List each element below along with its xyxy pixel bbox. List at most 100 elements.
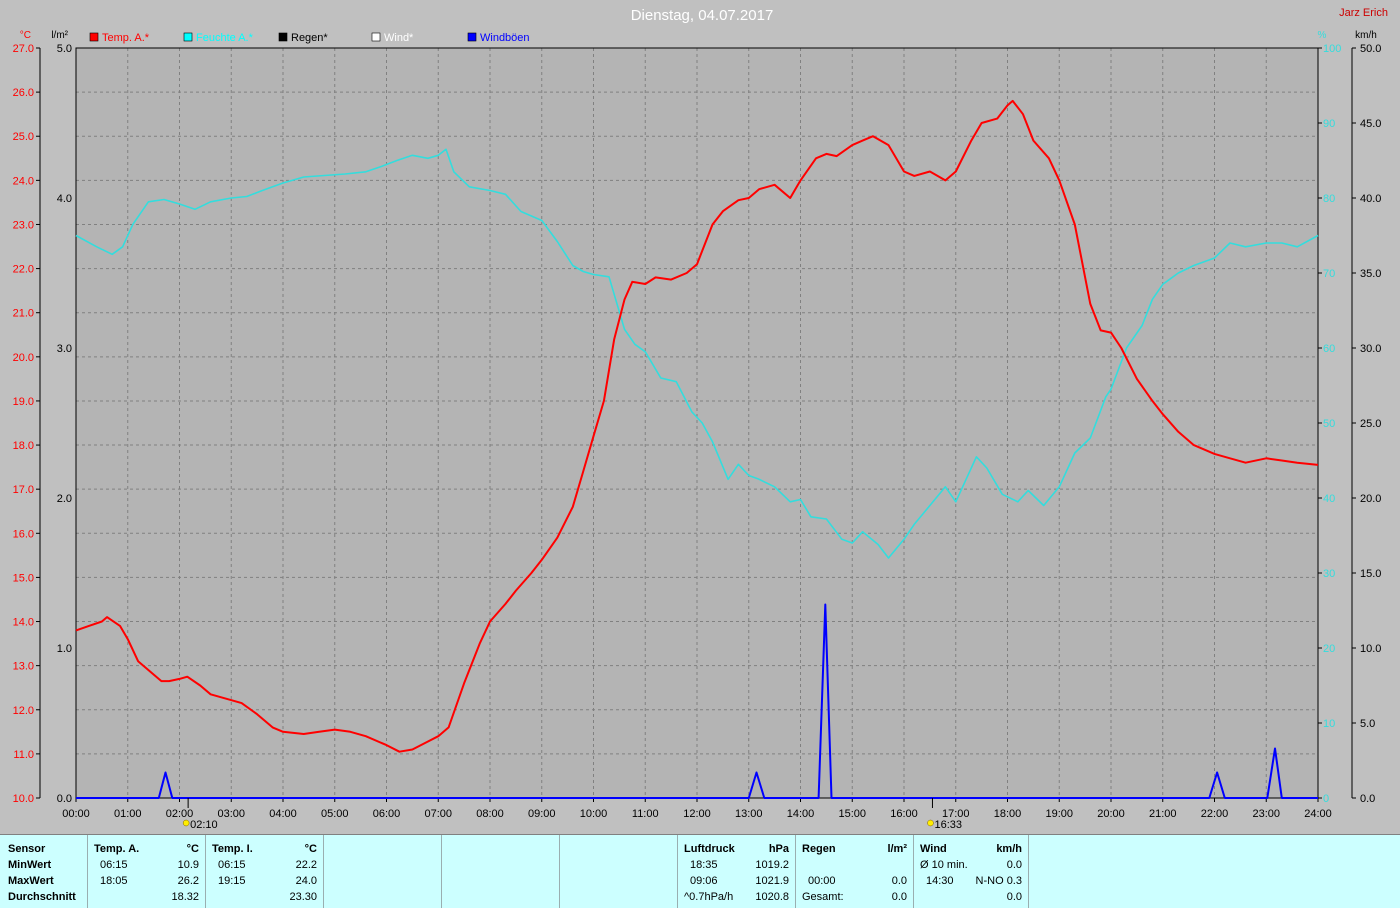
stats-cell: 14:30: [926, 875, 954, 887]
chart-title: Dienstag, 04.07.2017: [631, 7, 774, 24]
stats-cell: 09:06: [690, 875, 718, 887]
temp-tick-label: 11.0: [13, 749, 34, 761]
legend-swatch: [183, 32, 193, 42]
temp-tick-label: 23.0: [13, 219, 34, 231]
statistics-panel: Sensor MinWert MaxWert Durchschnitt Temp…: [0, 834, 1400, 908]
stats-cell: 18:05: [100, 875, 128, 887]
time-tick-label: 20:00: [1097, 808, 1125, 820]
stats-empty-column: [442, 835, 560, 908]
temp-tick-label: 21.0: [13, 308, 34, 320]
temp-tick-label: 19.0: [13, 396, 34, 408]
legend-label: Temp. A.*: [102, 32, 150, 44]
stats-sensor-header: Sensor: [8, 843, 46, 855]
humidity-tick-label: 50: [1323, 418, 1335, 430]
humidity-tick-label: 70: [1323, 268, 1335, 280]
rain-tick-label: 2.0: [57, 493, 72, 505]
stats-avg-label: Durchschnitt: [8, 891, 76, 903]
stats-rain-unit: l/m²: [887, 843, 907, 855]
stats-cell: 18:35: [690, 859, 718, 871]
rain-tick-label: 5.0: [57, 43, 72, 55]
humidity-tick-label: 60: [1323, 343, 1335, 355]
stats-pressure-column: Luftdruck hPa 18:35 1019.2 09:06 1021.9 …: [678, 835, 796, 908]
stats-pressure-header: Luftdruck: [684, 843, 735, 855]
rain-tick-label: 3.0: [57, 343, 72, 355]
time-tick-label: 13:00: [735, 808, 763, 820]
time-tick-label: 19:00: [1045, 808, 1073, 820]
time-tick-label: 07:00: [424, 808, 452, 820]
temp-tick-label: 24.0: [13, 175, 34, 187]
stats-cell: ^0.7hPa/h: [684, 891, 734, 903]
legend-swatch: [89, 32, 99, 42]
time-tick-label: 08:00: [476, 808, 504, 820]
temp-tick-label: 26.0: [13, 87, 34, 99]
time-tick-label: 04:00: [269, 808, 297, 820]
humidity-tick-label: 30: [1323, 568, 1335, 580]
time-tick-label: 15:00: [838, 808, 866, 820]
time-tick-label: 21:00: [1149, 808, 1177, 820]
author-label: Jarz Erich: [1339, 7, 1388, 19]
stats-cell: 23.30: [289, 891, 317, 903]
time-tick-label: 02:00: [166, 808, 194, 820]
time-tick-label: 05:00: [321, 808, 349, 820]
stats-cell: 10.9: [177, 859, 199, 871]
stats-empty-column: [324, 835, 442, 908]
time-tick-label: 23:00: [1252, 808, 1280, 820]
sun-icon: [927, 819, 934, 827]
stats-temp-indoor-column: Temp. I. °C 06:15 22.2 19:15 24.0 23.30: [206, 835, 324, 908]
stats-temp-outdoor-column: Temp. A. °C 06:15 10.9 18:05 26.2 18.32: [88, 835, 206, 908]
stats-temp-outdoor-header: Temp. A.: [94, 843, 140, 855]
stats-pressure-unit: hPa: [768, 843, 789, 855]
stats-cell: 06:15: [218, 859, 246, 871]
time-tick-label: 03:00: [217, 808, 245, 820]
sun-icon: [182, 819, 190, 827]
humidity-tick-label: 90: [1323, 118, 1335, 130]
wind-tick-label: 30.0: [1360, 343, 1381, 355]
legend-label: Wind*: [384, 32, 414, 44]
humidity-unit-label: %: [1318, 30, 1327, 41]
stats-cell: 0.0: [1006, 891, 1022, 903]
stats-cell: 1020.8: [755, 891, 789, 903]
humidity-tick-label: 10: [1323, 718, 1335, 730]
temp-tick-label: 27.0: [13, 43, 34, 55]
wind-tick-label: 10.0: [1360, 643, 1381, 655]
stats-cell: 24.0: [295, 875, 317, 887]
stats-cell: 22.2: [295, 859, 317, 871]
wind-tick-label: 0.0: [1360, 793, 1375, 805]
time-tick-label: 11:00: [632, 808, 659, 820]
time-tick-label: 10:00: [580, 808, 608, 820]
temp-tick-label: 12.0: [13, 705, 34, 717]
stats-cell: 18.32: [171, 891, 199, 903]
temp-tick-label: 18.0: [13, 440, 34, 452]
stats-cell: 1019.2: [755, 859, 789, 871]
stats-wind-header: Wind: [920, 843, 947, 855]
stats-wind-unit: km/h: [996, 843, 1022, 855]
stats-cell: Gesamt:: [802, 891, 844, 903]
rain-tick-label: 1.0: [57, 643, 72, 655]
temp-tick-label: 17.0: [13, 484, 34, 496]
legend-swatch: [278, 32, 288, 42]
time-tick-label: 16:00: [890, 808, 918, 820]
time-tick-label: 00:00: [62, 808, 90, 820]
wind-tick-label: 20.0: [1360, 493, 1381, 505]
wind-tick-label: 40.0: [1360, 193, 1381, 205]
time-tick-label: 06:00: [373, 808, 401, 820]
humidity-tick-label: 0: [1323, 793, 1329, 805]
legend-label: Regen*: [291, 32, 328, 44]
stats-temp-indoor-header: Temp. I.: [212, 843, 253, 855]
legend-swatch: [371, 32, 381, 42]
stats-cell: 0.0: [1006, 859, 1022, 871]
stats-sensor-column: Sensor MinWert MaxWert Durchschnitt: [0, 835, 88, 908]
weather-chart: Dienstag, 04.07.2017 Jarz Erich °C l/m² …: [0, 0, 1400, 834]
stats-cell: 1021.9: [755, 875, 789, 887]
wind-tick-label: 35.0: [1360, 268, 1381, 280]
wind-tick-label: 25.0: [1360, 418, 1381, 430]
stats-min-label: MinWert: [8, 859, 52, 871]
time-tick-label: 01:00: [114, 808, 142, 820]
temp-tick-label: 10.0: [13, 793, 34, 805]
humidity-tick-label: 80: [1323, 193, 1335, 205]
temp-tick-label: 14.0: [13, 617, 34, 629]
temp-tick-label: 25.0: [13, 131, 34, 143]
temp-unit-label: °C: [20, 30, 31, 41]
stats-cell: 00:00: [808, 875, 836, 887]
temp-tick-label: 20.0: [13, 352, 34, 364]
